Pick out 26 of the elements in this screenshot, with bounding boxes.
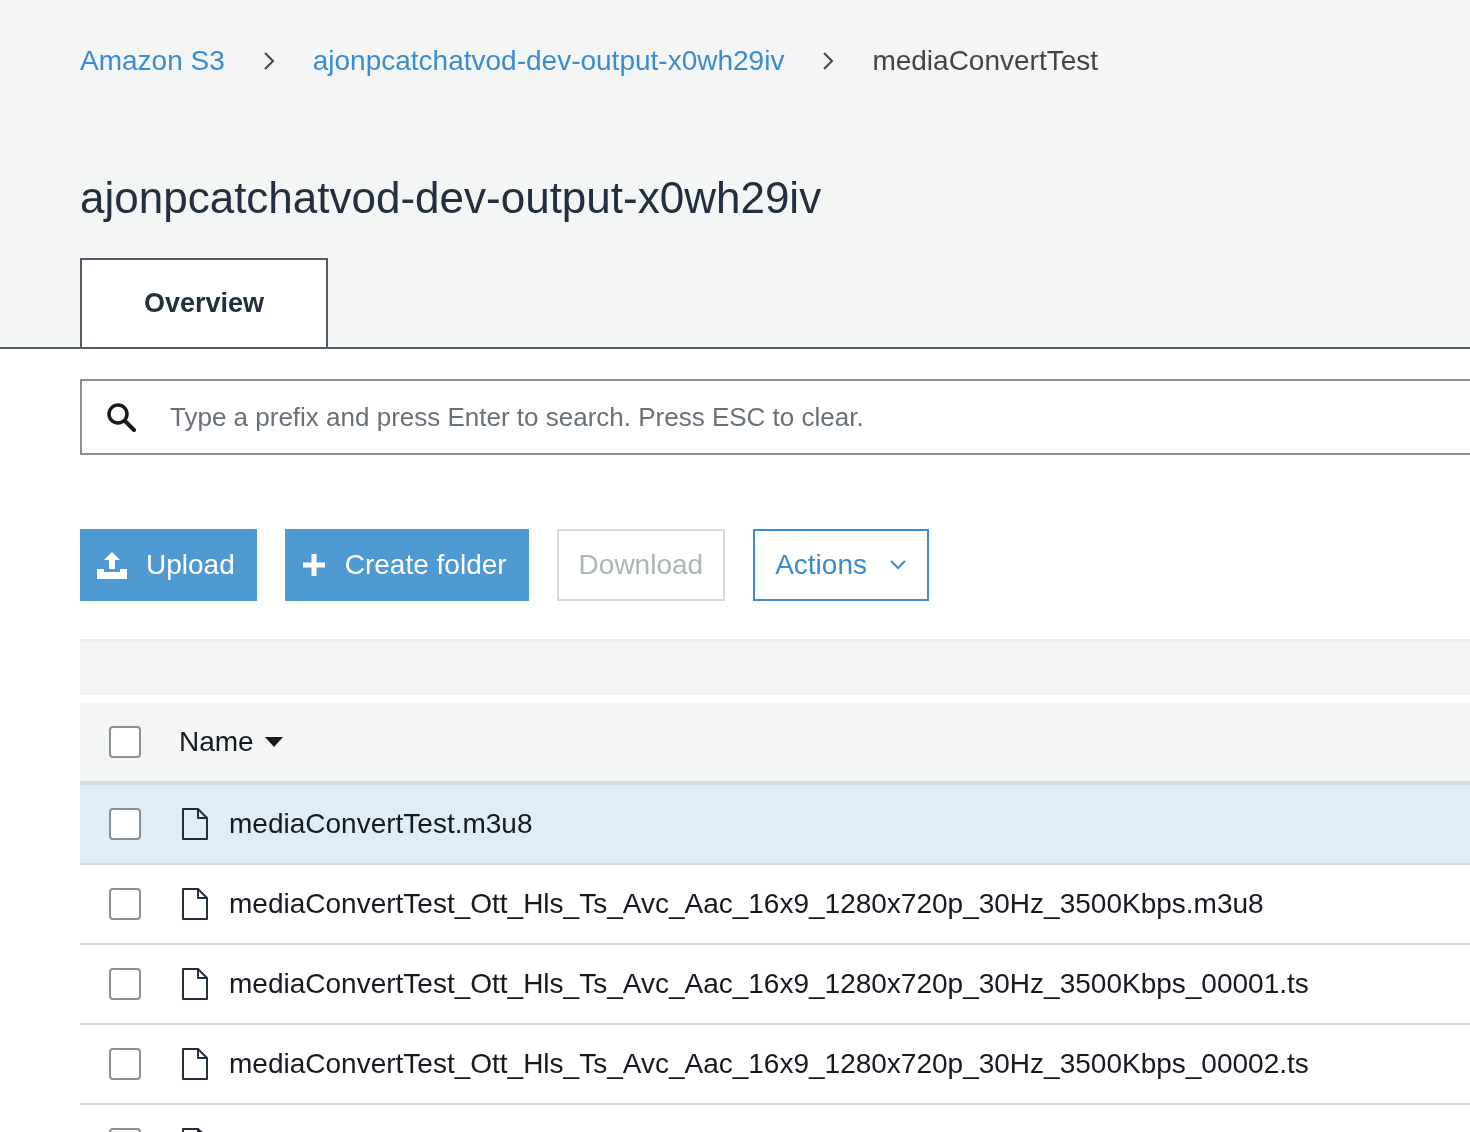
file-name[interactable]: mediaConvertTest_Ott_Hls_Ts_Avc_Aac_16x9_1280x720p_30Hz_3500Kbps_00002.ts (229, 1048, 1309, 1080)
search-icon (106, 402, 136, 432)
breadcrumb-current: mediaConvertTest (872, 45, 1099, 77)
checkbox[interactable] (109, 726, 141, 758)
toolbar-button[interactable]: Actions (753, 529, 929, 601)
search-field[interactable]: Type a prefix and press Enter to search. Press ESC to clear. (80, 379, 1470, 455)
file-icon (181, 808, 209, 840)
checkbox[interactable] (109, 888, 141, 920)
page-title: ajonpcatchatvod-dev-output-x0wh29iv (79, 172, 823, 224)
upload-icon (96, 550, 128, 580)
chevron-right-icon (822, 51, 835, 71)
checkbox[interactable] (109, 1048, 141, 1080)
file-name[interactable]: mediaConvertTest.m3u8 (229, 808, 533, 840)
file-icon (181, 888, 209, 920)
plus-icon (300, 552, 327, 578)
file-icon (181, 968, 209, 1000)
file-icon (181, 1048, 209, 1080)
checkbox[interactable] (109, 808, 141, 840)
column-header[interactable]: Name (179, 726, 254, 758)
file-name[interactable]: mediaConvertTest_Ott_Hls_Ts_Avc_Aac_16x9_1280x720p_30Hz_3500Kbps.m3u8 (229, 888, 1264, 920)
chevron-right-icon (262, 51, 275, 71)
checkbox[interactable] (109, 968, 141, 1000)
table-row[interactable]: mediaConvertTest.m3u8 (80, 785, 1470, 865)
chevron-down-icon (888, 559, 907, 571)
tab[interactable]: Overview (80, 258, 329, 347)
file-name[interactable]: mediaConvertTest_Ott_Hls_Ts_Avc_Aac_16x9_1280x720p_30Hz_3500Kbps_00001.ts (229, 968, 1309, 1000)
